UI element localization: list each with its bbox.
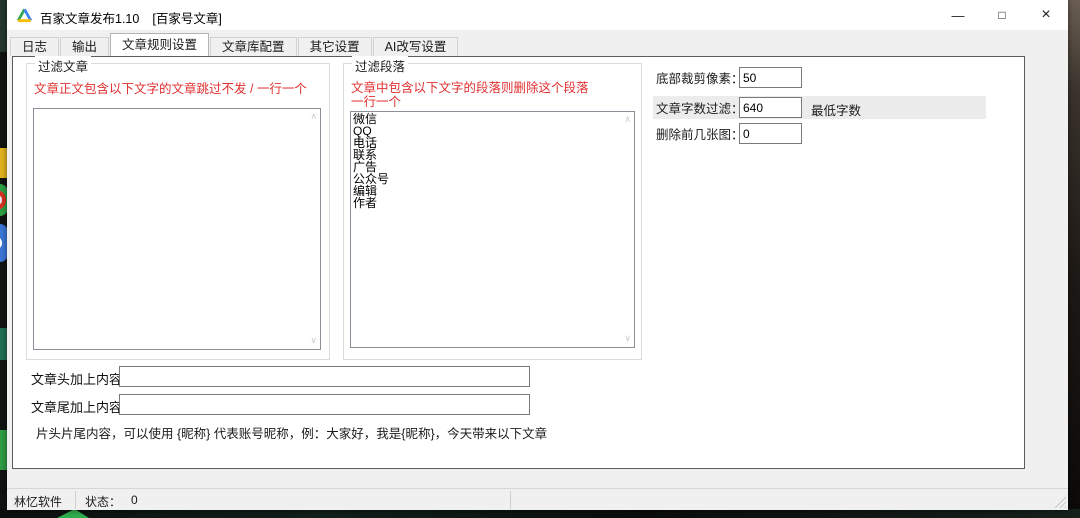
filter-article-group: 过滤文章 文章正文包含以下文字的文章跳过不发 / 一行一个 ∧ ∨ xyxy=(26,63,330,360)
article-head-input[interactable] xyxy=(119,366,530,387)
tab-output[interactable]: 输出 xyxy=(60,37,109,56)
tab-article-rules[interactable]: 文章规则设置 xyxy=(110,33,209,56)
bottom-crop-row: 底部裁剪像素： xyxy=(656,67,989,88)
remove-images-input[interactable] xyxy=(739,123,802,144)
nickname-placeholder-note: 片头片尾内容，可以使用 {昵称} 代表账号昵称，例：大家好，我是{昵称}，今天带… xyxy=(36,423,547,442)
tab-label: 文章规则设置 xyxy=(122,38,197,52)
taskbar-strip xyxy=(0,509,1080,518)
app-icon xyxy=(16,7,33,23)
close-icon: × xyxy=(1041,6,1050,24)
word-filter-label: 文章字数过滤： xyxy=(656,98,744,117)
tab-log[interactable]: 日志 xyxy=(10,37,59,56)
filter-article-group-title: 过滤文章 xyxy=(35,56,91,75)
bottom-crop-input[interactable] xyxy=(739,67,802,88)
window-controls: — □ × xyxy=(936,0,1068,30)
tab-label: 日志 xyxy=(22,40,47,54)
statusbar-separator xyxy=(75,491,76,509)
tab-ai-rewrite[interactable]: AI改写设置 xyxy=(373,37,459,56)
statusbar-separator xyxy=(510,491,511,509)
filter-paragraph-hint-line2: 一行一个 xyxy=(351,91,401,110)
bottom-crop-label: 底部裁剪像素： xyxy=(656,68,744,87)
window-title: 百家文章发布1.10 [百家号文章] xyxy=(40,8,222,27)
tab-label: 文章库配置 xyxy=(222,40,285,54)
tab-label: 其它设置 xyxy=(310,40,360,54)
word-filter-row: 文章字数过滤： 最低字数 xyxy=(656,97,989,118)
titlebar[interactable]: 百家文章发布1.10 [百家号文章] — □ × xyxy=(7,0,1068,30)
filter-paragraph-group-title: 过滤段落 xyxy=(352,56,408,75)
statusbar-app-name: 林忆软件 xyxy=(14,493,62,510)
status-bar: 林忆软件 状态： 0 xyxy=(7,488,1068,510)
app-window: 百家文章发布1.10 [百家号文章] — □ × 日志 输出 文章规则设置 文章库… xyxy=(7,0,1068,510)
filter-article-textarea-wrap: ∧ ∨ xyxy=(33,108,321,350)
word-filter-input[interactable] xyxy=(739,97,802,118)
filter-article-hint: 文章正文包含以下文字的文章跳过不发 / 一行一个 xyxy=(34,78,307,97)
remove-images-row: 删除前几张图： xyxy=(656,123,989,144)
maximize-button[interactable]: □ xyxy=(980,0,1024,30)
filter-article-textarea[interactable] xyxy=(33,108,321,350)
statusbar-status-label: 状态： xyxy=(85,493,121,510)
tab-other-settings[interactable]: 其它设置 xyxy=(298,37,372,56)
window-title-app: 百家文章发布1.10 xyxy=(40,12,139,26)
remove-images-label: 删除前几张图： xyxy=(656,124,744,143)
statusbar-status-value: 0 xyxy=(131,493,138,507)
window-title-doc: [百家号文章] xyxy=(152,12,221,26)
article-rules-page: 过滤文章 文章正文包含以下文字的文章跳过不发 / 一行一个 ∧ ∨ 过滤段落 文… xyxy=(12,56,1025,469)
filter-paragraph-group: 过滤段落 文章中包含以下文字的段落则删除这个段落 一行一个 微信 QQ 电话 联… xyxy=(343,63,642,360)
tab-label: AI改写设置 xyxy=(385,40,447,54)
desktop: { "colors": { "accent_red": "#e03131", "… xyxy=(0,0,1080,518)
filter-paragraph-textarea-wrap: 微信 QQ 电话 联系 广告 公众号 编辑 作者 ∧ ∨ xyxy=(350,111,635,348)
resize-grip[interactable] xyxy=(1054,496,1066,508)
filter-paragraph-textarea[interactable]: 微信 QQ 电话 联系 广告 公众号 编辑 作者 xyxy=(350,111,635,348)
word-filter-suffix: 最低字数 xyxy=(811,100,861,119)
minimize-icon: — xyxy=(952,8,965,23)
maximize-icon: □ xyxy=(998,8,1005,22)
article-tail-input[interactable] xyxy=(119,394,530,415)
tab-label: 输出 xyxy=(72,40,97,54)
desktop-right-strip xyxy=(1066,0,1080,518)
minimize-button[interactable]: — xyxy=(936,0,980,30)
close-button[interactable]: × xyxy=(1024,0,1068,30)
tab-strip: 日志 输出 文章规则设置 文章库配置 其它设置 AI改写设置 xyxy=(7,30,1068,56)
tab-article-library[interactable]: 文章库配置 xyxy=(210,37,297,56)
